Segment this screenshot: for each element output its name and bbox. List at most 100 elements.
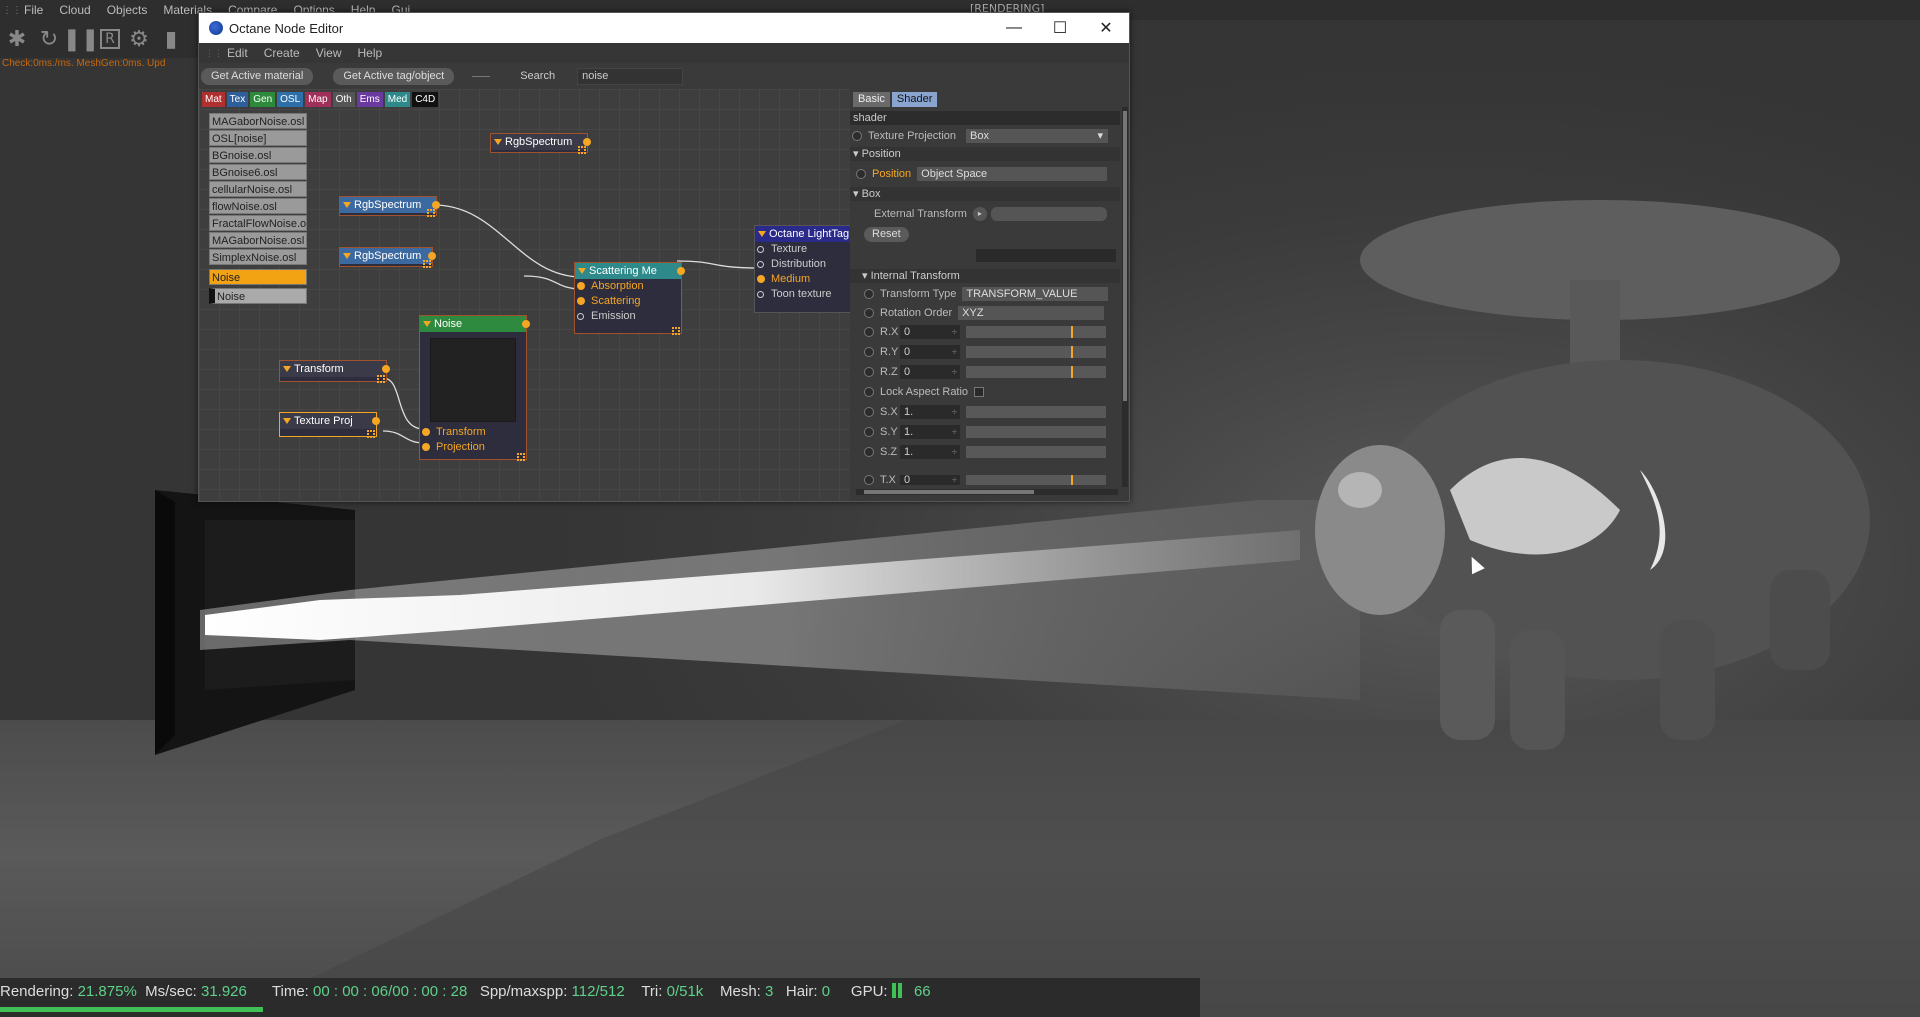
link-arrow-icon[interactable]: ▸ [972, 207, 987, 221]
output-pin[interactable] [522, 320, 530, 328]
menu-create[interactable]: Create [256, 46, 308, 60]
node-scattering-medium[interactable]: Scattering Me Absorption Scattering Emis… [574, 262, 685, 335]
rotation-order-select[interactable]: XYZ [958, 306, 1105, 320]
tx-input[interactable]: 0 [900, 475, 960, 485]
vertical-scrollbar[interactable] [1122, 107, 1128, 487]
node-octane-lighttag[interactable]: Octane LightTag Texture Distribution Med… [754, 225, 850, 313]
node-texture-projection[interactable]: Texture Proj [279, 412, 380, 438]
radio-icon[interactable] [864, 407, 874, 417]
radio-icon[interactable] [856, 169, 866, 179]
node-transform[interactable]: Transform [279, 360, 390, 383]
minimize-icon[interactable]: — [991, 13, 1037, 43]
resize-icon[interactable] [427, 209, 435, 217]
tab-basic[interactable]: Basic [853, 92, 890, 107]
maximize-icon[interactable]: ☐ [1037, 13, 1083, 43]
texture-projection-select[interactable]: Box ▾ [966, 129, 1109, 143]
horizontal-scrollbar[interactable] [856, 489, 1118, 495]
radio-icon[interactable] [864, 387, 874, 397]
radio-icon[interactable] [864, 447, 874, 457]
resize-icon[interactable] [517, 453, 525, 461]
radio-icon[interactable] [864, 427, 874, 437]
node-editor-window: Octane Node Editor — ☐ ✕ ⋮⋮ Edit Create … [198, 12, 1130, 502]
port-medium[interactable]: Medium [755, 272, 850, 287]
node-rgbspectrum-1[interactable]: RgbSpectrum [490, 133, 591, 154]
sz-input[interactable]: 1. [900, 445, 960, 459]
reset-button[interactable]: Reset [864, 226, 909, 242]
lock-aspect-checkbox[interactable] [974, 387, 985, 397]
resize-icon[interactable] [423, 260, 431, 268]
ry-input[interactable]: 0 [900, 345, 960, 359]
node-noise[interactable]: Noise Transform Projection [419, 315, 530, 461]
grip-icon: ⋮⋮ [2, 4, 22, 16]
rendering-label: Rendering: [0, 983, 74, 1000]
node-rgbspectrum-2[interactable]: RgbSpectrum [339, 196, 440, 217]
box-section[interactable]: ▾ Box [850, 187, 1120, 201]
resize-icon[interactable] [672, 327, 680, 335]
port-emission[interactable]: Emission [575, 309, 681, 324]
menu-edit[interactable]: Edit [219, 46, 256, 60]
resize-icon[interactable] [367, 430, 375, 438]
rz-input[interactable]: 0 [900, 365, 960, 379]
external-transform-field[interactable] [990, 207, 1107, 221]
sy-slider[interactable] [966, 426, 1106, 438]
node-title: Noise [420, 316, 526, 332]
close-icon[interactable]: ✕ [1083, 13, 1129, 43]
rx-slider[interactable] [966, 326, 1106, 338]
region-render-icon[interactable]: R [100, 29, 120, 49]
port-toon-texture[interactable]: Toon texture [755, 287, 850, 302]
menu-file[interactable]: File [16, 3, 51, 17]
output-pin[interactable] [583, 138, 591, 146]
radio-icon[interactable] [864, 347, 874, 357]
port-transform[interactable]: Transform [420, 425, 526, 440]
get-active-material-button[interactable]: Get Active material [201, 67, 314, 85]
node-title: Octane LightTag [755, 226, 850, 242]
output-pin[interactable] [372, 417, 380, 425]
gear-icon[interactable]: ⚙ [126, 26, 152, 52]
search-input[interactable]: noise [577, 67, 684, 85]
pause-icon[interactable]: ❚❚ [63, 26, 100, 52]
node-graph-canvas[interactable]: Mat Tex Gen OSL Map Oth Ems Med C4D MAGaborNoise… [199, 89, 850, 501]
output-pin[interactable] [382, 365, 390, 373]
port-distribution[interactable]: Distribution [755, 257, 850, 272]
menu-objects[interactable]: Objects [99, 3, 156, 17]
lock-icon[interactable]: ▮ [158, 26, 184, 52]
port-texture[interactable]: Texture [755, 242, 850, 257]
refresh-icon[interactable]: ↻ [36, 26, 62, 52]
radio-icon[interactable] [852, 131, 862, 141]
transform-type-select[interactable]: TRANSFORM_VALUE [962, 287, 1109, 301]
rx-input[interactable]: 0 [900, 325, 960, 339]
menu-help[interactable]: Help [350, 46, 391, 60]
menu-cloud[interactable]: Cloud [51, 3, 98, 17]
sx-slider[interactable] [966, 406, 1106, 418]
rz-slider[interactable] [966, 366, 1106, 378]
menu-view[interactable]: View [308, 46, 350, 60]
sz-slider[interactable] [966, 446, 1106, 458]
internal-transform-section[interactable]: ▾ Internal Transform [850, 269, 1120, 283]
gpu-label: GPU: [850, 983, 888, 1000]
resize-icon[interactable] [377, 375, 385, 383]
radio-icon[interactable] [864, 308, 874, 318]
position-select[interactable]: Object Space [917, 167, 1108, 181]
radio-icon[interactable] [864, 475, 874, 485]
ry-slider[interactable] [966, 346, 1106, 358]
window-titlebar[interactable]: Octane Node Editor — ☐ ✕ [199, 13, 1129, 43]
radio-icon[interactable] [864, 327, 874, 337]
output-pin[interactable] [428, 252, 436, 260]
get-active-tag-button[interactable]: Get Active tag/object [333, 67, 455, 85]
sy-input[interactable]: 1. [900, 425, 960, 439]
sx-input[interactable]: 1. [900, 405, 960, 419]
port-absorption[interactable]: Absorption [575, 279, 681, 294]
radio-icon[interactable] [864, 367, 874, 377]
node-rgbspectrum-3[interactable]: RgbSpectrum [339, 247, 436, 268]
output-pin[interactable] [677, 267, 685, 275]
port-scattering[interactable]: Scattering [575, 294, 681, 309]
octane-settings-icon[interactable]: ✱ [4, 26, 30, 52]
output-pin[interactable] [432, 201, 440, 209]
lock-aspect-row: Lock Aspect Ratio [850, 383, 1120, 401]
tx-slider[interactable] [966, 475, 1106, 485]
position-section[interactable]: ▾ Position [850, 147, 1120, 161]
radio-icon[interactable] [864, 289, 874, 299]
resize-icon[interactable] [578, 146, 586, 154]
tab-shader[interactable]: Shader [891, 92, 938, 107]
port-projection[interactable]: Projection [420, 440, 526, 455]
